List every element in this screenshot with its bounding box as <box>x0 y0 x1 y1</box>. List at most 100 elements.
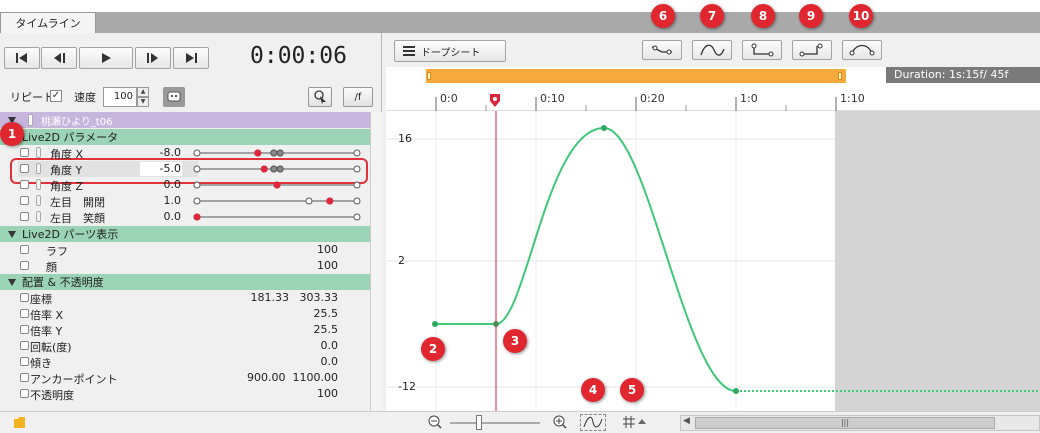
playhead-handle-icon[interactable] <box>489 93 501 109</box>
speed-up-spinner[interactable]: ▲ <box>137 87 149 97</box>
zoom-slider-track[interactable] <box>450 422 540 424</box>
group-live2d-parts[interactable]: Live2D パーツ表示 <box>0 226 370 242</box>
curve-plot-area[interactable]: 16 2 -12 <box>386 111 1040 411</box>
transform-row[interactable]: 倍率 X 25.5 <box>0 306 370 322</box>
zoom-out-icon[interactable] <box>428 415 442 429</box>
group-transform-opacity[interactable]: 配置 & 不透明度 <box>0 274 370 290</box>
transform-row[interactable]: アンカーポイント 900.00 1100.00 <box>0 370 370 386</box>
go-to-end-button[interactable] <box>173 47 209 69</box>
dope-sheet-label: ドープシート <box>421 47 481 59</box>
transform-value[interactable]: 0.0 <box>200 339 339 352</box>
zoom-slider-thumb[interactable] <box>476 415 482 430</box>
dope-sheet-button[interactable]: ドープシート <box>394 40 506 62</box>
timeline-horizontal-scrollbar[interactable]: ◀ ||| <box>680 415 1040 431</box>
keyframe-point[interactable] <box>601 125 607 131</box>
transform-row[interactable]: 倍率 Y 25.5 <box>0 322 370 338</box>
transform-value[interactable]: 100 <box>200 387 338 400</box>
time-ruler[interactable]: 0:0 0:10 0:20 1:0 1:10 <box>386 85 1040 111</box>
parameter-row[interactable]: 角度 Z 0.0 <box>0 177 370 193</box>
left-panel-scrollbar[interactable] <box>370 112 382 411</box>
fit-curve-button[interactable] <box>580 414 606 431</box>
keyframe-point[interactable] <box>432 321 438 327</box>
animation-curve[interactable] <box>435 126 737 392</box>
step-back-icon <box>54 53 65 63</box>
range-start-handle[interactable] <box>427 72 431 80</box>
part-row[interactable]: 顔 100 <box>0 258 370 274</box>
transform-row[interactable]: 座標 181.33 303.33 <box>0 290 370 306</box>
play-icon <box>102 53 111 63</box>
scroll-thumb[interactable]: ||| <box>695 417 995 429</box>
transform-value[interactable]: 0.0 <box>200 355 339 368</box>
part-value[interactable]: 100 <box>260 259 338 272</box>
pick-parameter-button[interactable] <box>308 87 332 107</box>
parameter-slider[interactable] <box>0 161 370 177</box>
ease-curve-button[interactable] <box>842 40 882 60</box>
annotation-marker: 5 <box>620 378 644 402</box>
keyframe-toggle-icon[interactable] <box>20 341 29 350</box>
go-to-start-button[interactable] <box>4 47 40 69</box>
keyframe-toggle-icon[interactable] <box>20 357 29 366</box>
parameter-row[interactable]: 左目 笑顔 0.0 <box>0 209 370 225</box>
monitor-icon <box>167 91 181 102</box>
group-live2d-parameters[interactable]: Live2D パラメータ <box>0 129 370 145</box>
per-frame-button[interactable]: /f <box>343 87 373 107</box>
keyframe-point[interactable] <box>733 388 739 394</box>
parameter-slider[interactable] <box>0 193 370 209</box>
transform-row[interactable]: 不透明度 100 <box>0 386 370 402</box>
bottom-status-bar: ◀ ||| <box>0 411 1040 433</box>
keyframe-toggle-icon[interactable] <box>20 293 29 302</box>
transform-value[interactable]: 25.5 <box>200 323 339 336</box>
step-curve-button[interactable] <box>742 40 782 60</box>
prev-frame-button[interactable] <box>41 47 77 69</box>
collapse-arrow-icon[interactable] <box>8 230 16 238</box>
zoom-in-icon[interactable] <box>553 415 567 429</box>
parameter-row[interactable]: 角度 Y -5.0 <box>0 161 370 177</box>
part-value[interactable]: 100 <box>260 243 338 256</box>
keyframe-toggle-icon[interactable] <box>20 373 29 382</box>
grid-toggle-button[interactable] <box>620 414 650 431</box>
object-row[interactable]: 桃瀬ひより_t06 <box>0 112 370 128</box>
playback-options-row: リピート ✓ 速度 100 ▲ ▼ /f <box>0 83 382 111</box>
transform-value[interactable]: 900.00 1100.00 <box>200 371 338 384</box>
part-name: ラフ <box>46 245 68 258</box>
playback-range-bar[interactable] <box>426 69 846 83</box>
keyframe-toggle-icon[interactable] <box>20 309 29 318</box>
tab-timeline[interactable]: タイムライン <box>0 12 96 33</box>
linear-curve-button[interactable] <box>642 40 682 60</box>
transform-name: 不透明度 <box>30 389 74 402</box>
scroll-left-arrow[interactable]: ◀ <box>683 416 690 426</box>
keyframe-toggle-icon[interactable] <box>20 261 29 270</box>
parameter-slider[interactable] <box>0 145 370 161</box>
tab-bar-background <box>96 12 1040 33</box>
transform-row[interactable]: 傾き 0.0 <box>0 354 370 370</box>
keyframe-toggle-icon[interactable] <box>20 245 29 254</box>
parameter-slider[interactable] <box>0 177 370 193</box>
collapse-arrow-icon[interactable] <box>8 278 16 286</box>
parameter-slider[interactable] <box>0 209 370 225</box>
smooth-curve-button[interactable] <box>692 40 732 60</box>
object-lock-icon[interactable] <box>28 114 33 126</box>
inverse-step-curve-button[interactable] <box>792 40 832 60</box>
repeat-checkbox[interactable]: ✓ <box>50 90 62 102</box>
folder-icon[interactable] <box>13 416 27 429</box>
parameter-row[interactable]: 角度 X -8.0 <box>0 145 370 161</box>
annotation-marker: 3 <box>503 329 527 353</box>
transform-value[interactable]: 181.33 303.33 <box>200 291 338 304</box>
keyframe-toggle-icon[interactable] <box>20 389 29 398</box>
part-row[interactable]: ラフ 100 <box>0 242 370 258</box>
transform-value[interactable]: 25.5 <box>200 307 339 320</box>
transform-name: 回転(度) <box>30 341 72 354</box>
record-mode-button[interactable] <box>163 87 185 107</box>
play-button[interactable] <box>79 47 133 69</box>
transform-name: 座標 <box>30 293 52 306</box>
transform-row[interactable]: 回転(度) 0.0 <box>0 338 370 354</box>
keyframe-toggle-icon[interactable] <box>20 325 29 334</box>
linear-curve-icon <box>651 45 672 55</box>
transform-name: アンカーポイント <box>30 373 118 386</box>
speed-input[interactable]: 100 <box>103 87 137 107</box>
y-axis-label: 2 <box>398 254 405 267</box>
parameter-row[interactable]: 左目 開閉 1.0 <box>0 193 370 209</box>
speed-down-spinner[interactable]: ▼ <box>137 97 149 107</box>
next-frame-button[interactable] <box>135 47 171 69</box>
range-end-handle[interactable] <box>838 72 842 80</box>
